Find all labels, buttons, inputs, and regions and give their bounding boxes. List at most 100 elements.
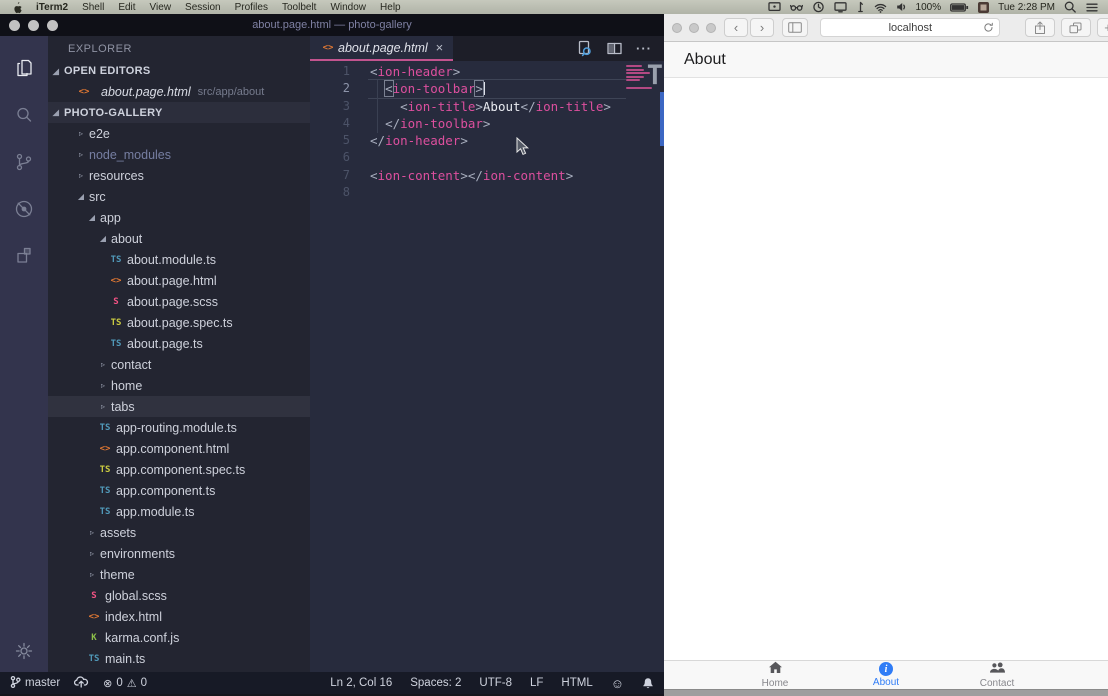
settings-gear-icon[interactable] — [0, 640, 48, 662]
publish-changes-button[interactable] — [74, 675, 89, 691]
apple-menu-icon[interactable] — [6, 1, 29, 14]
split-editor-icon[interactable] — [606, 40, 623, 57]
address-bar[interactable]: localhost — [820, 18, 1000, 37]
feedback-smiley-icon[interactable]: ☺ — [611, 676, 624, 691]
minimap[interactable] — [626, 65, 654, 94]
tree-item-label: assets — [100, 526, 136, 540]
tree-item-tabs[interactable]: ▹tabs — [48, 396, 310, 417]
menu-item-window[interactable]: Window — [323, 2, 373, 13]
tree-item-about-page-spec-ts[interactable]: TSabout.page.spec.ts — [48, 312, 310, 333]
menu-item-help[interactable]: Help — [373, 2, 408, 13]
project-section-header[interactable]: ◢ PHOTO-GALLERY — [48, 102, 310, 123]
status-item-cursor-position[interactable]: Ln 2, Col 16 — [330, 677, 392, 689]
menu-item-iterm2[interactable]: iTerm2 — [29, 2, 75, 13]
tab-overview-button[interactable] — [1061, 18, 1091, 37]
files-icon[interactable] — [0, 44, 48, 91]
extensions-icon[interactable] — [0, 232, 48, 279]
clock-icon[interactable] — [812, 1, 825, 13]
share-button[interactable] — [1025, 18, 1055, 37]
tree-item-app-component-html[interactable]: <>app.component.html — [48, 438, 310, 459]
open-editor-item[interactable]: <> about.page.html src/app/about — [48, 81, 310, 102]
close-window-button[interactable] — [672, 23, 682, 33]
menu-bar-text[interactable]: 100% — [916, 2, 942, 13]
search-icon[interactable] — [0, 91, 48, 138]
notification-center-icon[interactable] — [1086, 2, 1098, 13]
screen-share-icon[interactable] — [768, 1, 781, 13]
menu-item-shell[interactable]: Shell — [75, 2, 111, 13]
tree-item-about-page-html[interactable]: <>about.page.html — [48, 270, 310, 291]
tree-item-about-page-ts[interactable]: TSabout.page.ts — [48, 333, 310, 354]
forward-button[interactable]: › — [750, 18, 774, 37]
clipboard-app-icon[interactable] — [978, 2, 989, 13]
display-mirroring-icon[interactable] — [834, 1, 847, 13]
tree-item-karma-conf-js[interactable]: Kkarma.conf.js — [48, 627, 310, 648]
tree-item-app-component-ts[interactable]: TSapp.component.ts — [48, 480, 310, 501]
menu-item-toolbelt[interactable]: Toolbelt — [275, 2, 323, 13]
close-window-button[interactable] — [9, 20, 20, 31]
tree-item-assets[interactable]: ▹assets — [48, 522, 310, 543]
back-button[interactable]: ‹ — [724, 18, 748, 37]
spotlight-icon[interactable] — [1064, 1, 1077, 13]
open-editors-section-header[interactable]: ◢ OPEN EDITORS — [48, 61, 310, 81]
menu-item-profiles[interactable]: Profiles — [228, 2, 275, 13]
tab-about-page-html[interactable]: <> about.page.html × — [310, 36, 453, 61]
tree-item-app-component-spec-ts[interactable]: TSapp.component.spec.ts — [48, 459, 310, 480]
app-tab-about[interactable]: iAbout — [836, 661, 936, 689]
code-editor[interactable]: 1<ion-header>2 <ion-toolbar>3 <ion-title… — [310, 61, 664, 672]
tree-item-app-module-ts[interactable]: TSapp.module.ts — [48, 501, 310, 522]
source-control-icon[interactable] — [0, 138, 48, 185]
new-tab-button[interactable]: + — [1097, 18, 1108, 37]
notifications-bell-icon[interactable] — [642, 677, 654, 690]
tree-item-index-html[interactable]: <>index.html — [48, 606, 310, 627]
reload-icon[interactable] — [983, 22, 994, 36]
minimize-window-button[interactable] — [28, 20, 39, 31]
wifi-icon[interactable] — [874, 2, 887, 13]
tree-item-main-ts[interactable]: TSmain.ts — [48, 648, 310, 669]
tree-item-about-module-ts[interactable]: TSabout.module.ts — [48, 249, 310, 270]
debug-icon[interactable] — [0, 185, 48, 232]
menu-item-view[interactable]: View — [143, 2, 179, 13]
menu-bar-text[interactable]: Tue 2:28 PM — [998, 2, 1055, 13]
code-line: 3 <ion-title>About</ion-title> — [310, 98, 664, 115]
tree-item-app-routing-module-ts[interactable]: TSapp-routing.module.ts — [48, 417, 310, 438]
git-branch-indicator[interactable]: master — [10, 675, 60, 692]
dongle-icon[interactable] — [856, 1, 865, 13]
tree-item-about[interactable]: ◢about — [48, 228, 310, 249]
tree-item-resources[interactable]: ▹resources — [48, 165, 310, 186]
sidebar-toggle-button[interactable] — [782, 18, 808, 37]
tree-item-theme[interactable]: ▹theme — [48, 564, 310, 585]
status-item-encoding[interactable]: UTF-8 — [479, 677, 512, 689]
tree-item-e2e[interactable]: ▹e2e — [48, 123, 310, 144]
app-tab-home[interactable]: Home — [725, 661, 825, 689]
status-item-eol[interactable]: LF — [530, 677, 543, 689]
menu-item-session[interactable]: Session — [178, 2, 228, 13]
minimap-line — [626, 79, 640, 81]
tree-item-node-modules[interactable]: ▹node_modules — [48, 144, 310, 165]
tree-item-about-page-scss[interactable]: Sabout.page.scss — [48, 291, 310, 312]
volume-icon[interactable] — [896, 1, 907, 13]
tree-item-label: about.page.spec.ts — [127, 316, 233, 330]
app-tab-contact[interactable]: Contact — [947, 661, 1047, 689]
tree-item-environments[interactable]: ▹environments — [48, 543, 310, 564]
zoom-window-button[interactable] — [47, 20, 58, 31]
tree-item-app[interactable]: ◢app — [48, 207, 310, 228]
tree-item-global-scss[interactable]: Sglobal.scss — [48, 585, 310, 606]
zoom-window-button[interactable] — [706, 23, 716, 33]
close-tab-icon[interactable]: × — [436, 41, 444, 54]
chevron-collapsed-icon: ▹ — [95, 381, 111, 390]
problems-indicator[interactable]: ⊗ 0 ⚠ 0 — [103, 677, 147, 690]
more-actions-icon[interactable]: ··· — [636, 41, 652, 56]
vscode-title-bar[interactable]: about.page.html — photo-gallery — [0, 14, 664, 36]
tree-item-contact[interactable]: ▹contact — [48, 354, 310, 375]
battery-icon[interactable] — [950, 2, 969, 13]
glasses-icon[interactable] — [790, 1, 803, 13]
code-line: 5</ion-header> — [310, 132, 664, 149]
status-item-indentation[interactable]: Spaces: 2 — [410, 677, 461, 689]
find-in-file-icon[interactable] — [576, 40, 593, 57]
page-header: About — [664, 42, 1108, 78]
menu-item-edit[interactable]: Edit — [111, 2, 142, 13]
status-item-language[interactable]: HTML — [561, 677, 592, 689]
tree-item-home[interactable]: ▹home — [48, 375, 310, 396]
tree-item-src[interactable]: ◢src — [48, 186, 310, 207]
minimize-window-button[interactable] — [689, 23, 699, 33]
